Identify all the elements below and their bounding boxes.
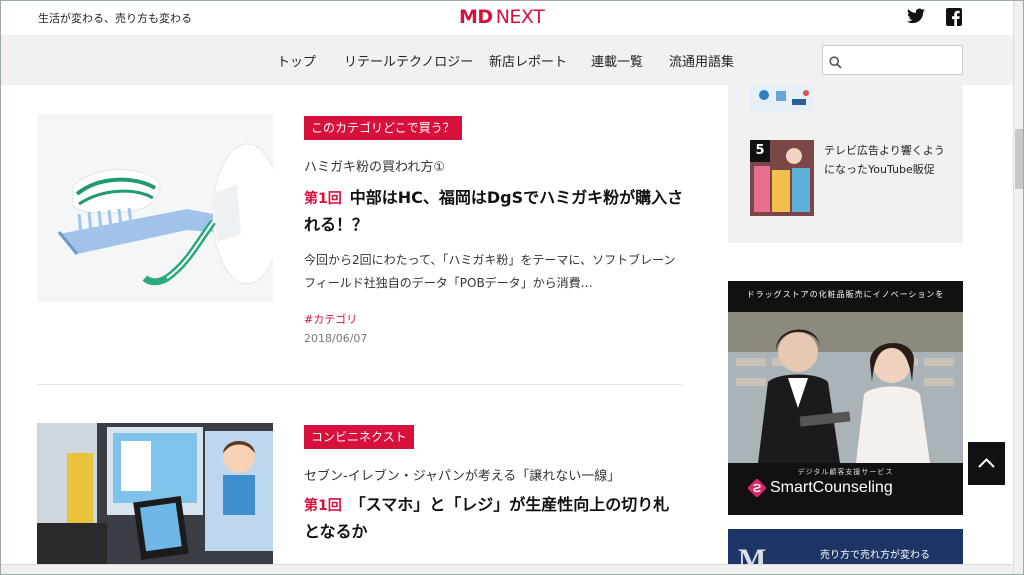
article-title[interactable]: 第1回 中部はHC、福岡はDgSでハミガキ粉が購入される！？ <box>304 185 684 238</box>
article-divider <box>37 384 682 385</box>
ranking-title[interactable]: テレビ広告より響くようになったYouTube販促 <box>824 141 952 179</box>
vertical-scrollbar[interactable] <box>1013 1 1023 574</box>
category-tag[interactable]: コンビニネクスト <box>304 425 414 449</box>
nav-item-top[interactable]: トップ <box>277 51 316 70</box>
banner-ad[interactable]: M 売り方で売れ方が変わる <box>728 529 963 569</box>
article-date: 2018/06/07 <box>304 332 368 345</box>
scrollbar-thumb[interactable] <box>1015 129 1023 189</box>
logo-next: NEXT <box>495 6 545 28</box>
chevron-up-icon <box>977 454 996 473</box>
ad-brand: SmartCounseling <box>770 479 893 496</box>
search-icon <box>829 54 842 73</box>
article-title-text: 中部はHC、福岡はDgSでハミガキ粉が購入される！？ <box>304 188 684 234</box>
article-number: 第1回 <box>304 191 342 207</box>
ad-headline: ドラッグストアの化粧品販売にイノベーションを <box>746 290 945 299</box>
smartcounseling-ad[interactable]: ドラッグストアの化粧品販売にイノベーションを デジタル顧客支援サービス Smar… <box>728 281 963 515</box>
article-thumbnail[interactable] <box>37 423 273 564</box>
article-number: 第1回 <box>304 498 342 514</box>
category-tag[interactable]: このカテゴリどこで買う？ <box>304 116 462 140</box>
ranking-number: 5 <box>750 140 770 162</box>
facebook-icon[interactable] <box>946 8 962 30</box>
search-box[interactable] <box>822 45 963 75</box>
ranking-box: 5 テレビ広告より響くようになったYouTube販促 <box>728 85 963 243</box>
nav-item-glossary[interactable]: 流通用語集 <box>669 51 734 70</box>
article-series: ハミガキ粉の買われ方① <box>304 160 446 175</box>
nav-item-series-list[interactable]: 連載一覧 <box>591 51 643 70</box>
ad-photo <box>728 312 963 463</box>
site-logo[interactable]: MD NEXT <box>459 6 545 28</box>
article-hashtag[interactable]: #カテゴリ <box>304 311 357 327</box>
article-card: このカテゴリどこで買う？ ハミガキ粉の買われ方① 第1回 中部はHC、福岡はDgS… <box>37 114 684 374</box>
smartcounseling-logo-icon <box>747 478 767 501</box>
ad-subline: デジタル顧客支援サービス <box>797 468 894 476</box>
article-excerpt: 今回から2回にわたって、「ハミガキ粉」をテーマに、ソフトブレーンフィールド社独自… <box>304 253 676 290</box>
browser-viewport: 生活が変わる、売り方も変わる MD NEXT トップ リテールテクノロジー 新店レ… <box>0 0 1024 575</box>
twitter-icon[interactable] <box>907 8 925 28</box>
scroll-to-top-button[interactable] <box>968 442 1005 485</box>
nav-item-retail-technology[interactable]: リテールテクノロジー <box>344 51 473 70</box>
horizontal-scrollbar[interactable] <box>1 564 1013 574</box>
ranking-thumbnail[interactable] <box>750 85 814 111</box>
main-nav: トップ リテールテクノロジー 新店レポート 連載一覧 流通用語集 <box>1 35 1013 85</box>
search-input[interactable] <box>849 50 957 70</box>
article-title-text: 「スマホ」と「レジ」が生産性向上の切り札となるか <box>304 495 670 541</box>
article-title[interactable]: 第1回 「スマホ」と「レジ」が生産性向上の切り札となるか <box>304 492 684 545</box>
top-bar: 生活が変わる、売り方も変わる MD NEXT <box>1 1 1013 35</box>
ad-text: 売り方で売れ方が変わる <box>820 550 930 561</box>
article-thumbnail[interactable] <box>37 114 273 302</box>
nav-item-new-store-report[interactable]: 新店レポート <box>489 51 567 70</box>
logo-md: MD <box>459 6 493 28</box>
site-tagline: 生活が変わる、売り方も変わる <box>38 12 192 25</box>
article-series: セブン-イレブン・ジャパンが考える「譲れない一線」 <box>304 469 621 484</box>
article-card: コンビニネクスト セブン-イレブン・ジャパンが考える「譲れない一線」 第1回 「ス… <box>37 423 682 568</box>
